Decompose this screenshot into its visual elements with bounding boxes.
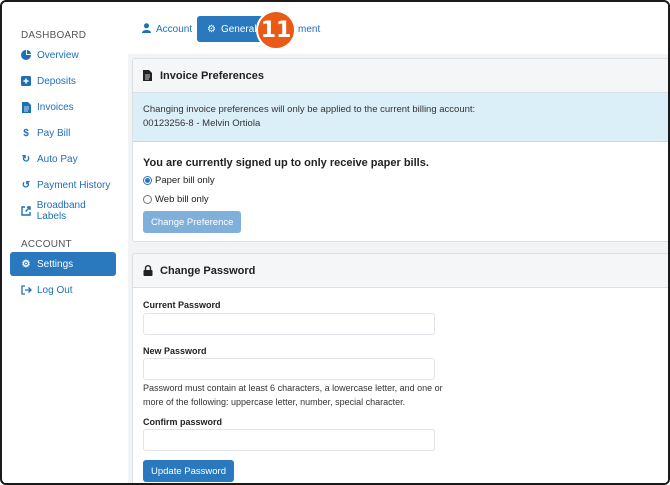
lock-icon [143,264,154,277]
dollar-icon: $ [23,127,29,139]
sidebar-heading-dashboard: DASHBOARD [21,30,87,41]
settings-tabs: Account ⚙ General ment 11 [128,4,668,54]
option-label: Web bill only [155,194,209,205]
option-web-bill[interactable]: Web bill only [143,194,209,205]
sidebar-item-label: Log Out [37,284,73,296]
file-icon [20,101,32,113]
change-preference-button[interactable]: Change Preference [143,211,242,233]
current-password-field[interactable] [143,313,435,335]
app-window: DASHBOARD Overview Deposits Invoices $ P… [0,0,670,485]
sidebar-item-invoices[interactable]: Invoices [10,95,116,119]
new-password-label: New Password [143,346,207,356]
tab-label: ment [298,23,321,35]
option-label: Paper bill only [155,175,215,186]
sidebar: DASHBOARD Overview Deposits Invoices $ P… [4,4,126,483]
sidebar-item-payment-history[interactable]: ↺ Payment History [10,173,116,197]
sidebar-item-label: Settings [37,258,74,270]
card-title: Invoice Preferences [160,69,264,82]
plus-square-icon [20,75,32,87]
sidebar-item-label: Auto Pay [37,153,78,165]
confirm-password-label: Confirm password [143,417,223,427]
history-icon: ↺ [21,179,31,191]
invoice-preferences-card: Invoice Preferences Changing invoice pre… [132,58,668,242]
radio-web-bill[interactable] [143,195,152,204]
tab-label: Account [156,23,193,35]
option-paper-bill[interactable]: Paper bill only [143,175,215,186]
update-password-button[interactable]: Update Password [143,460,234,482]
sidebar-item-broadband-labels[interactable]: Broadband Labels [10,199,116,223]
sidebar-item-label: Invoices [37,101,74,113]
sidebar-item-label: Broadband Labels [36,200,86,222]
new-password-field[interactable] [143,358,435,380]
card-title: Change Password [160,264,256,277]
logout-icon [20,284,32,296]
tab-label: General [220,23,257,35]
radio-paper-bill[interactable] [143,176,152,185]
sidebar-item-auto-pay[interactable]: ↻ Auto Pay [10,147,116,171]
tab-general[interactable]: ⚙ General [197,16,263,42]
change-password-card: Change Password Current Password New Pas… [132,253,668,483]
sidebar-item-pay-bill[interactable]: $ Pay Bill [10,121,116,145]
main-content: Account ⚙ General ment 11 Invoice Prefer… [128,4,668,483]
sidebar-item-deposits[interactable]: Deposits [10,69,116,93]
sidebar-item-label: Overview [37,49,79,61]
change-password-header: Change Password [133,254,668,288]
invoice-preferences-header: Invoice Preferences [133,59,668,93]
external-link-icon [20,205,32,217]
sidebar-heading-account: ACCOUNT [21,239,72,250]
invoice-status-text: You are currently signed up to only rece… [143,157,429,169]
sidebar-item-label: Pay Bill [37,127,71,139]
pie-chart-icon [20,49,32,61]
step-number-badge: 11 [256,10,296,50]
billing-account-number: 00123256-8 - Melvin Ortiola [143,118,261,129]
user-icon [142,22,151,36]
gear-icon: ⚙ [21,258,31,270]
password-requirements-text: Password must contain at least 6 charact… [143,383,443,407]
sidebar-item-label: Payment History [37,179,111,191]
sidebar-item-log-out[interactable]: Log Out [10,278,116,302]
tab-account[interactable]: Account [132,16,202,42]
current-password-label: Current Password [143,300,221,310]
confirm-password-field[interactable] [143,429,435,451]
sync-icon: ↻ [21,153,31,165]
sidebar-item-overview[interactable]: Overview [10,43,116,67]
notice-text: Changing invoice preferences will only b… [143,104,476,115]
file-icon [143,69,154,82]
gear-icon: ⚙ [207,23,216,35]
sidebar-item-settings[interactable]: ⚙ Settings [10,252,116,276]
billing-account-notice: Changing invoice preferences will only b… [133,93,668,142]
sidebar-item-label: Deposits [37,75,76,87]
